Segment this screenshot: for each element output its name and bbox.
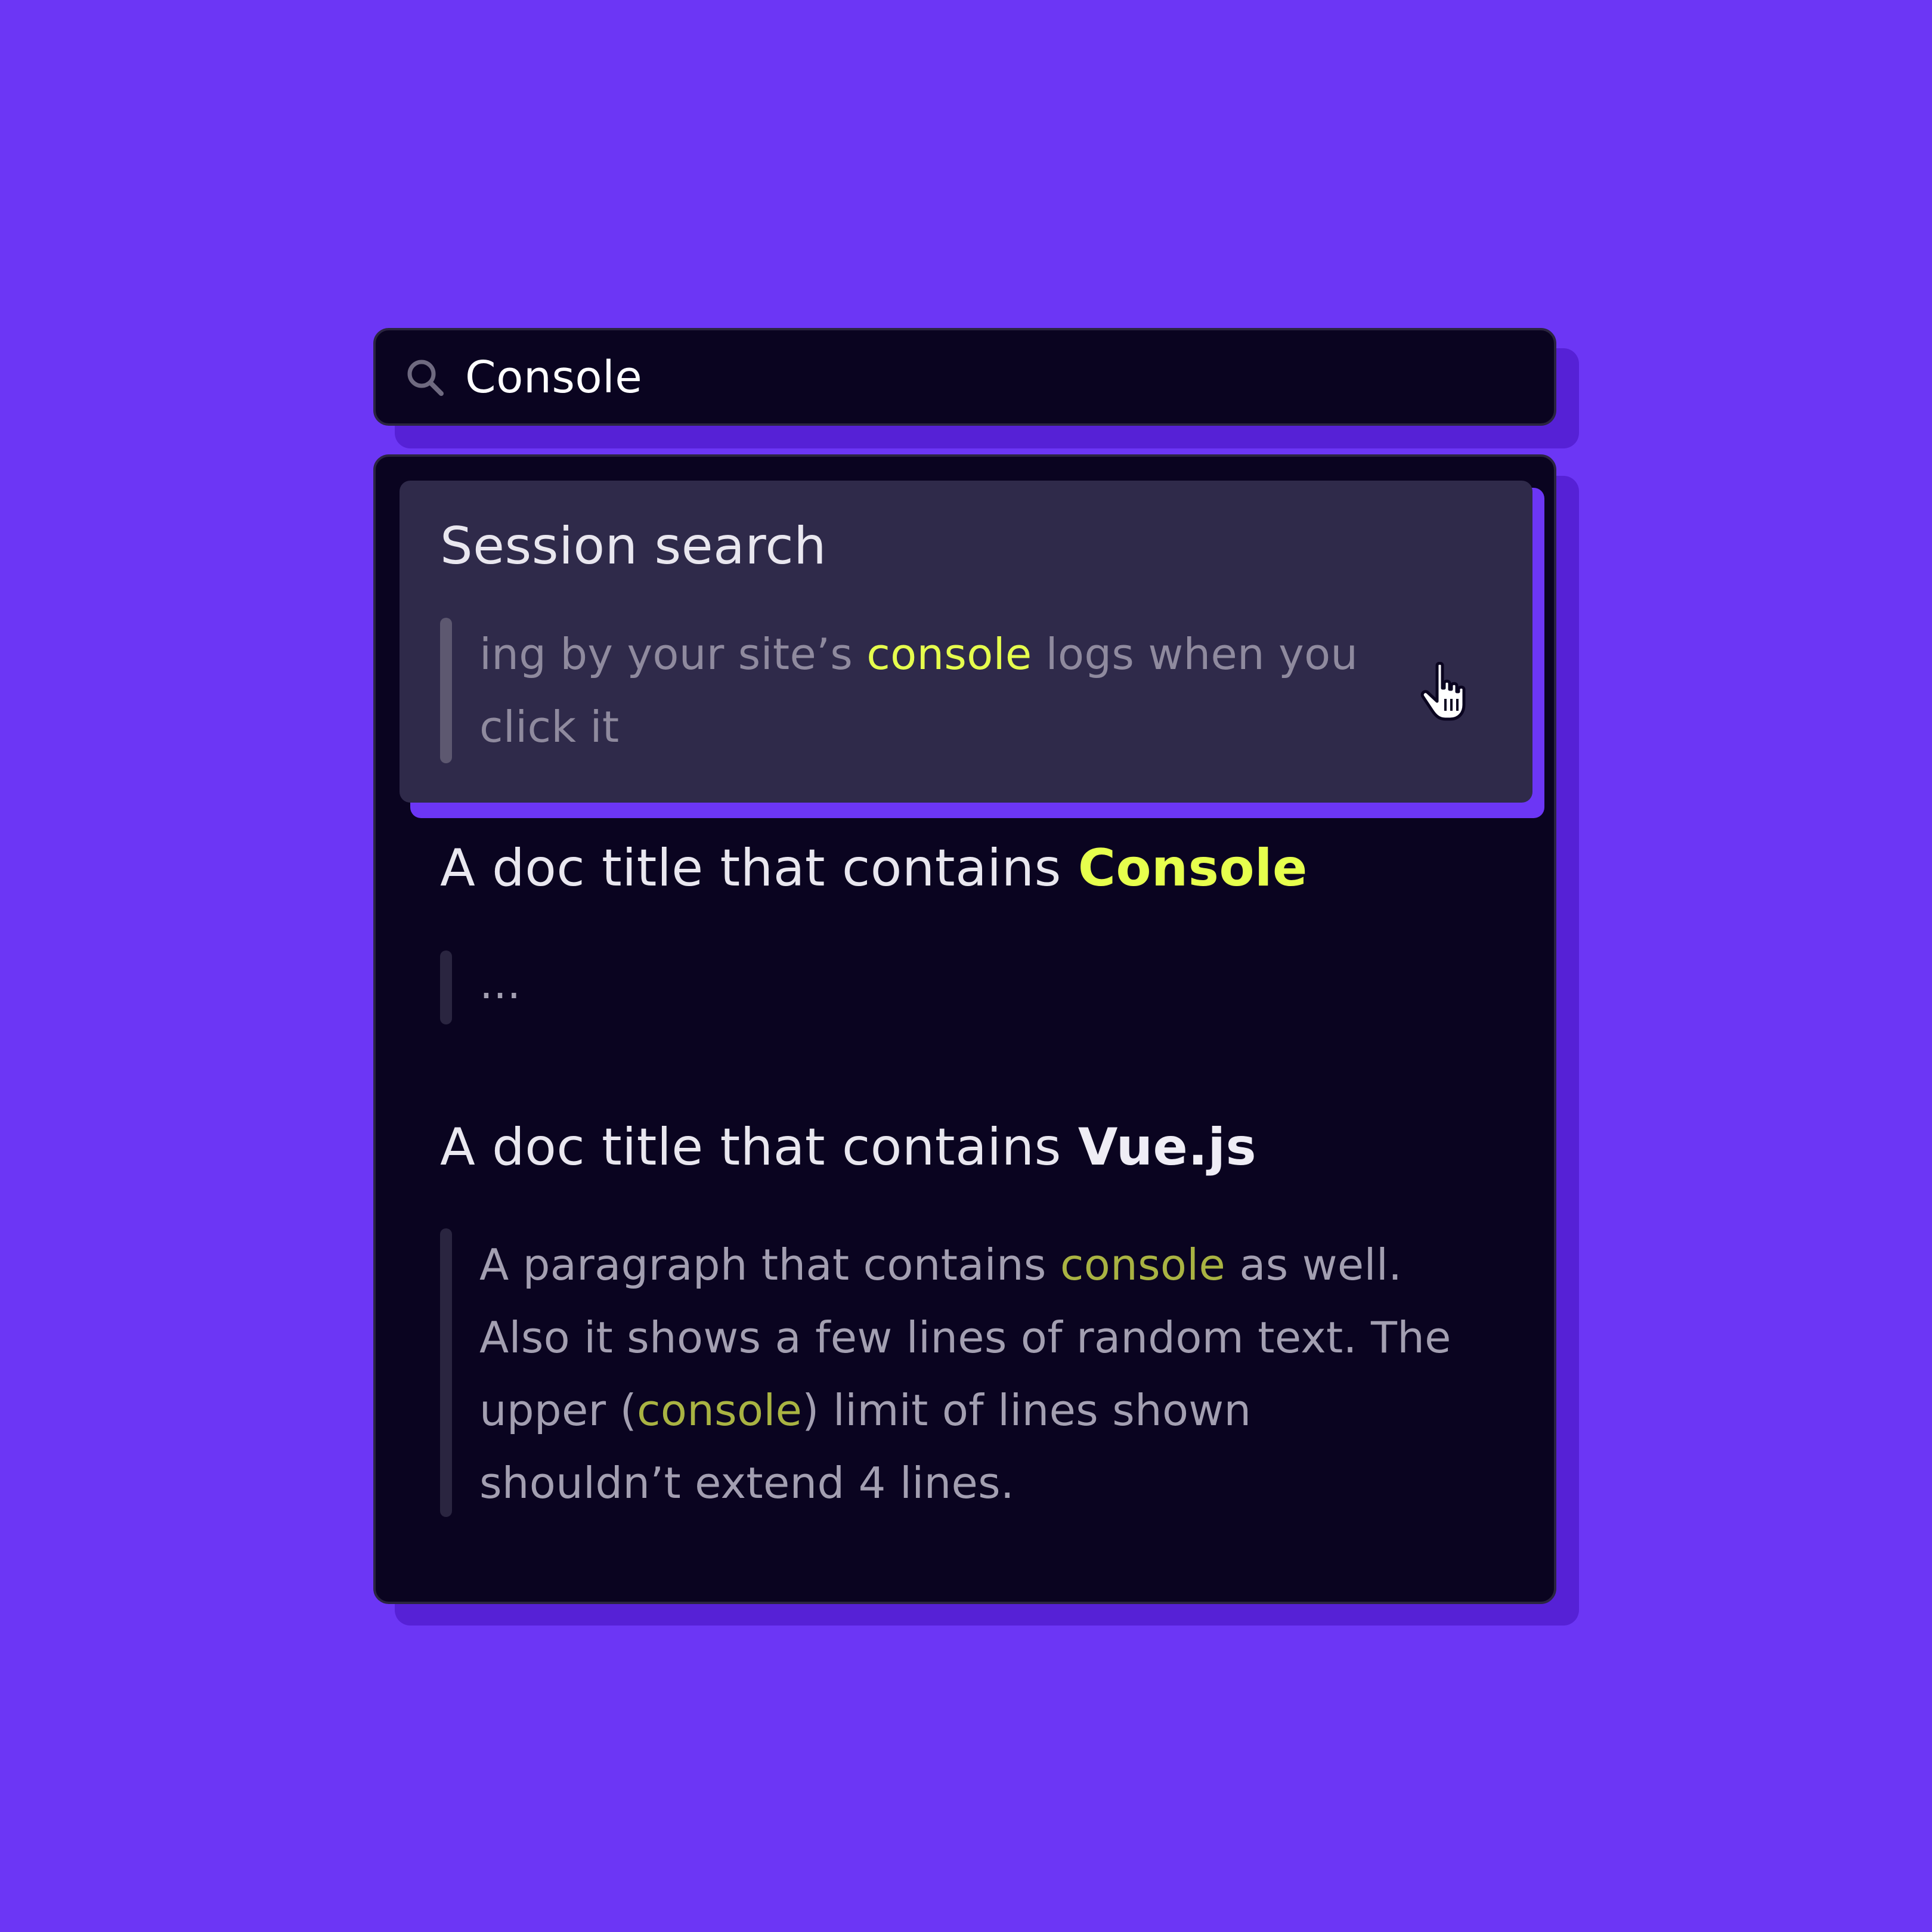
result-excerpt: ...	[440, 950, 1501, 1024]
excerpt-bar	[440, 618, 452, 763]
results-panel: Session search ing by your site’s consol…	[373, 454, 1556, 1604]
excerpt-match: console	[866, 629, 1032, 679]
title-match: Console	[1078, 838, 1308, 898]
search-input[interactable]	[465, 339, 1527, 416]
result-title: A doc title that contains Console	[440, 838, 1308, 898]
result-excerpt: ing by your site’s console logs when you…	[440, 618, 1501, 763]
search-icon	[407, 360, 444, 396]
search-result-session-search[interactable]: Session search ing by your site’s consol…	[400, 481, 1532, 803]
result-title: A doc title that contains Vue.js	[440, 1117, 1257, 1177]
search-bar[interactable]	[373, 328, 1556, 426]
search-result-vuejs-doc[interactable]: A doc title that contains Vue.js A parag…	[400, 1117, 1532, 1553]
pointer-cursor-icon	[1420, 662, 1466, 721]
result-excerpt: A paragraph that contains console as wel…	[440, 1228, 1501, 1517]
search-result-console-doc[interactable]: A doc title that contains Console ...	[400, 838, 1532, 1041]
excerpt-match: console	[1060, 1240, 1226, 1290]
excerpt-bar	[440, 950, 452, 1024]
excerpt-match: console	[637, 1385, 803, 1435]
result-title: Session search	[440, 516, 827, 576]
excerpt-bar	[440, 1228, 452, 1517]
excerpt-text: A paragraph that contains console as wel…	[479, 1240, 1451, 1508]
excerpt-text: ...	[479, 958, 521, 1008]
excerpt-text: ing by your site’s console logs when you…	[479, 629, 1358, 752]
title-strong: Vue.js	[1078, 1117, 1257, 1177]
